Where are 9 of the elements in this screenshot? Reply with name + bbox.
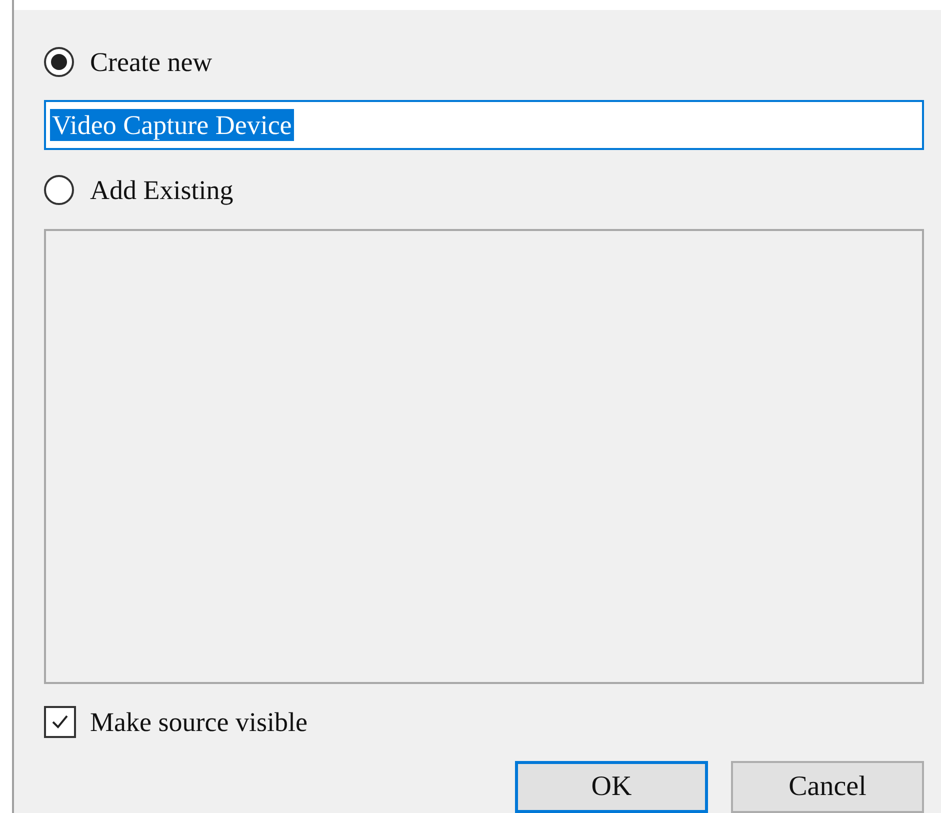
checkbox[interactable] <box>44 706 76 738</box>
checkbox-label[interactable]: Make source visible <box>90 706 308 738</box>
ok-button[interactable]: OK <box>515 761 708 813</box>
cancel-button[interactable]: Cancel <box>731 761 924 813</box>
radio-button[interactable] <box>44 175 74 205</box>
radio-label[interactable]: Create new <box>90 46 212 78</box>
radio-button[interactable] <box>44 47 74 77</box>
radio-label[interactable]: Add Existing <box>90 174 234 206</box>
name-field[interactable]: Video Capture Device <box>44 100 924 150</box>
